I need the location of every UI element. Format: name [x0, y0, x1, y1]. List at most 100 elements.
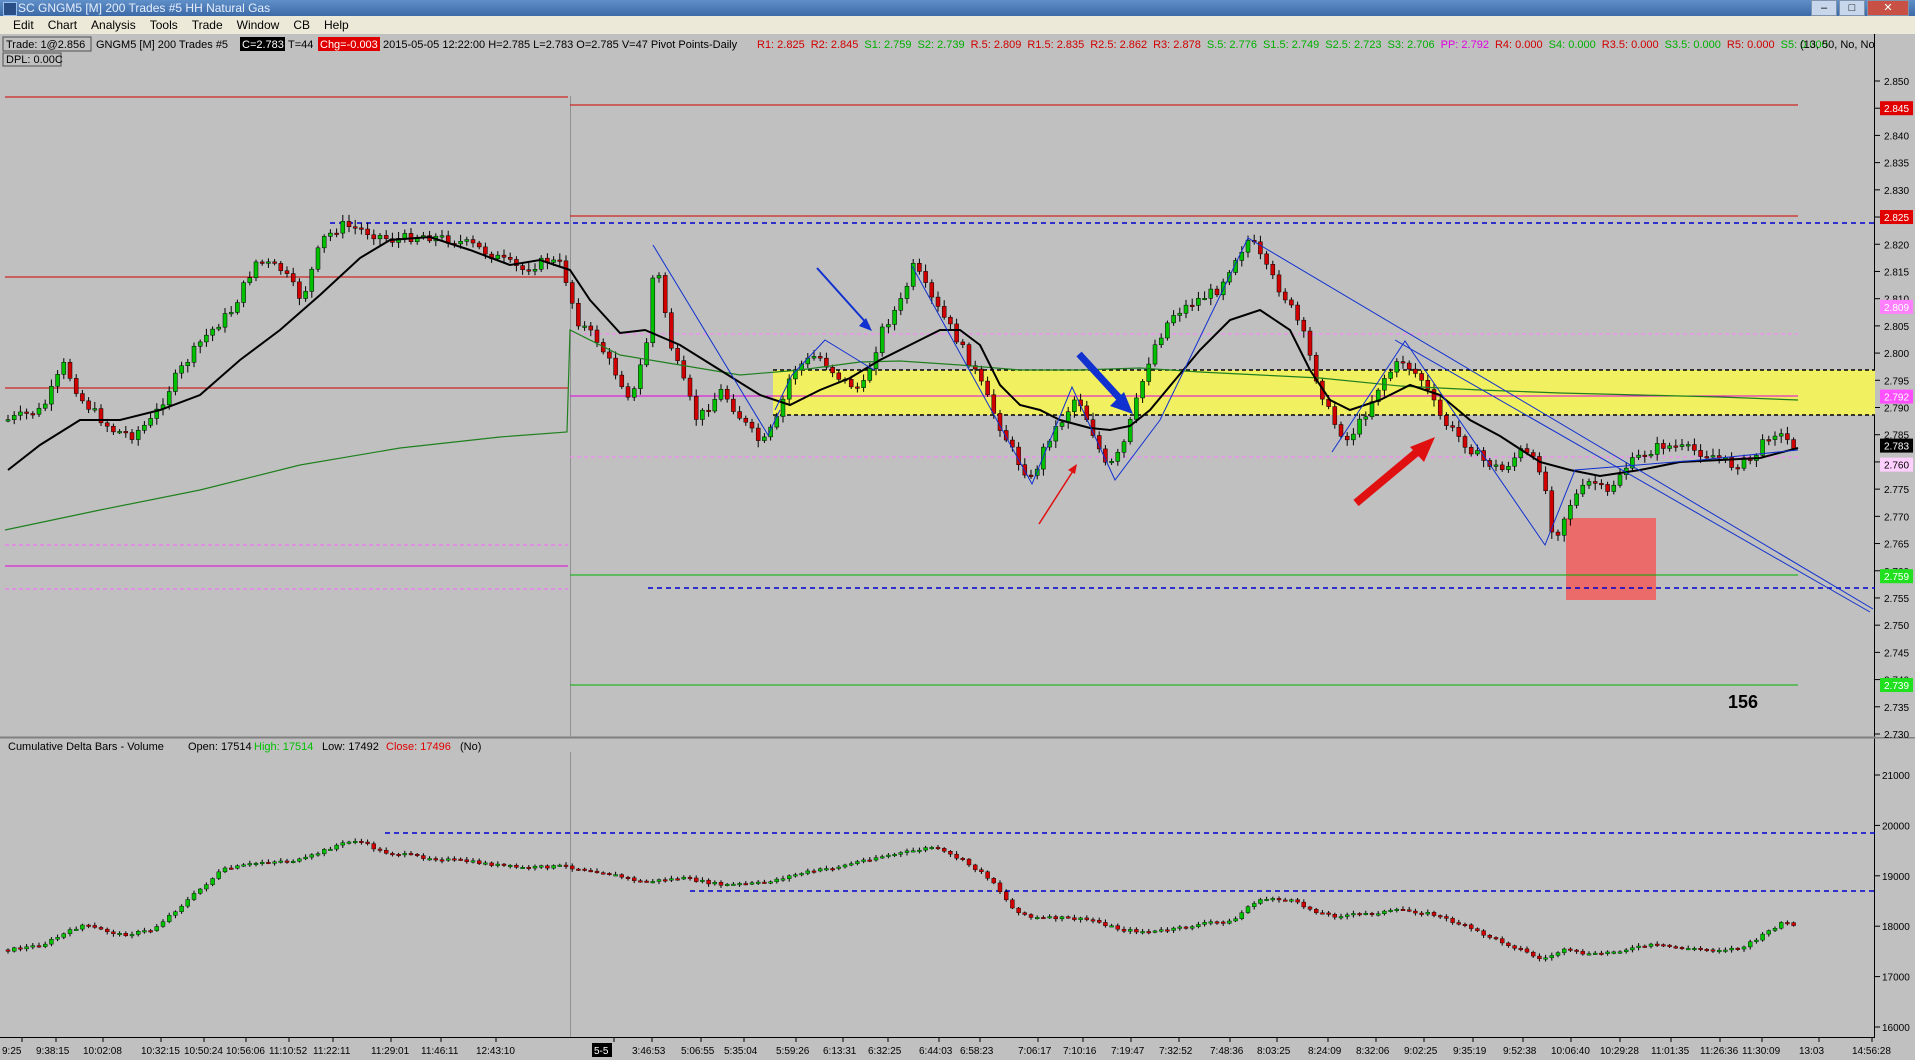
- pivot-value: S4: 0.000: [1549, 39, 1596, 51]
- candle-body: [886, 324, 891, 328]
- candle-body: [377, 235, 383, 240]
- delta-body: [1084, 917, 1090, 920]
- window-title: SC GNGM5 [M] 200 Trades #5 HH Natural Ga…: [18, 1, 271, 15]
- delta-body: [142, 930, 147, 933]
- price-tag-label: 2.783: [1884, 442, 1909, 453]
- delta-body: [917, 849, 922, 852]
- delta-body: [743, 883, 748, 886]
- price-axis[interactable]: 2.850 2.845 2.840 2.835 2.830 2.825 2.820 2.815…: [1875, 34, 1915, 741]
- delta-body: [458, 858, 463, 861]
- candle-body: [638, 364, 643, 389]
- delta-body: [1561, 948, 1567, 953]
- delta-body: [700, 879, 705, 882]
- delta-body: [1586, 953, 1592, 956]
- menu-tools[interactable]: Tools: [143, 16, 185, 34]
- candle-body: [855, 386, 860, 389]
- delta-body: [619, 874, 624, 878]
- delta-body: [1605, 951, 1610, 954]
- pivot-value: R2: 2.845: [811, 39, 859, 51]
- delta-body: [650, 881, 655, 884]
- delta-body: [191, 893, 197, 900]
- change-badge: Chg=-0.003: [320, 39, 378, 51]
- candle-body: [5, 419, 11, 422]
- candle-body: [179, 365, 184, 374]
- time-tick-label: 11:01:35: [1651, 1046, 1690, 1057]
- dpl-box: DPL: 0.00C: [6, 54, 63, 66]
- time-tick-label: 9:35:19: [1453, 1046, 1487, 1057]
- delta-body: [309, 854, 314, 858]
- delta-body: [824, 868, 829, 871]
- candle-body: [1332, 406, 1338, 425]
- indicator-params: (13, 50, No, No: [1800, 39, 1875, 51]
- candle-body: [1406, 362, 1412, 370]
- delta-body: [1022, 912, 1027, 915]
- delta-body: [1127, 929, 1133, 932]
- candle-body: [935, 296, 941, 307]
- candle-body: [1245, 240, 1251, 253]
- candle-body: [352, 226, 358, 229]
- delta-body: [886, 854, 891, 857]
- time-axis[interactable]: 9:25 9:38:15 10:02:08 10:32:15 10:50:24 10:56…: [0, 1038, 1915, 1060]
- candle-body: [1183, 304, 1189, 314]
- delta-body: [129, 934, 135, 937]
- menu-trade[interactable]: Trade: [185, 16, 230, 34]
- menu-help[interactable]: Help: [317, 16, 356, 34]
- candle-body: [278, 263, 284, 272]
- candle-body: [1072, 399, 1077, 412]
- delta-body: [67, 929, 73, 934]
- candle-body: [656, 275, 662, 279]
- menu-cb[interactable]: CB: [286, 16, 317, 34]
- candle-body: [557, 259, 563, 262]
- menu-analysis[interactable]: Analysis: [84, 16, 143, 34]
- candle-body: [1295, 304, 1300, 321]
- candle-body: [80, 393, 85, 402]
- delta-body: [241, 864, 246, 867]
- candle-body: [129, 432, 135, 440]
- candle-body: [204, 334, 209, 343]
- delta-axis[interactable]: 21000 20000 19000 18000 17000 16000: [1875, 739, 1915, 1038]
- delta-body: [1034, 917, 1040, 920]
- candle-body: [1413, 368, 1418, 374]
- close-icon[interactable]: ✕: [1867, 0, 1909, 16]
- candle-body: [191, 346, 197, 363]
- delta-body: [1270, 898, 1276, 901]
- delta-body: [1165, 929, 1170, 932]
- delta-body: [1506, 942, 1511, 946]
- menu-edit[interactable]: Edit: [6, 16, 41, 34]
- menu-window[interactable]: Window: [230, 16, 287, 34]
- delta-body: [1394, 909, 1400, 911]
- candle-body: [383, 235, 389, 239]
- pivot-values: R1: 2.825 R2: 2.845 S1: 2.759 S2: 2.739 R.5:…: [757, 39, 1828, 51]
- delta-body: [1549, 955, 1555, 958]
- candle-body: [1357, 418, 1362, 435]
- time-tick-label: 10:02:08: [83, 1046, 122, 1057]
- candle-body: [1493, 464, 1499, 467]
- time-tick-label: 6:44:03: [919, 1046, 953, 1057]
- delta-body: [1295, 899, 1300, 903]
- maximize-icon[interactable]: □: [1839, 0, 1865, 16]
- time-tick-label: 7:32:52: [1159, 1046, 1193, 1057]
- candle-body: [929, 282, 935, 298]
- price-tick-label: 2.770: [1884, 512, 1909, 523]
- time-tick-label: 13:03: [1799, 1046, 1824, 1057]
- delta-body: [1134, 929, 1139, 933]
- minimize-icon[interactable]: –: [1811, 0, 1837, 16]
- candle-body: [867, 368, 873, 381]
- delta-body: [1140, 931, 1145, 934]
- delta-body: [805, 870, 810, 874]
- delta-body: [1028, 914, 1034, 918]
- candle-body: [1196, 298, 1201, 306]
- chart-area[interactable]: Trade: 1@2.856 GNGM5 [M] 200 Trades #5 C…: [0, 34, 1915, 1060]
- delta-body: [681, 876, 686, 880]
- delta-body: [5, 949, 11, 952]
- candle-body: [1127, 419, 1133, 442]
- delta-body: [601, 872, 606, 875]
- delta-body: [904, 850, 910, 853]
- time-tick-label: 11:46:11: [421, 1046, 459, 1057]
- candle-body: [104, 422, 110, 427]
- candle-body: [1425, 380, 1431, 390]
- menu-chart[interactable]: Chart: [41, 16, 84, 34]
- delta-body: [173, 911, 178, 916]
- delta-header: Cumulative Delta Bars - Volume Open: 175…: [8, 741, 481, 753]
- time-tick-label: 9:25: [2, 1046, 22, 1057]
